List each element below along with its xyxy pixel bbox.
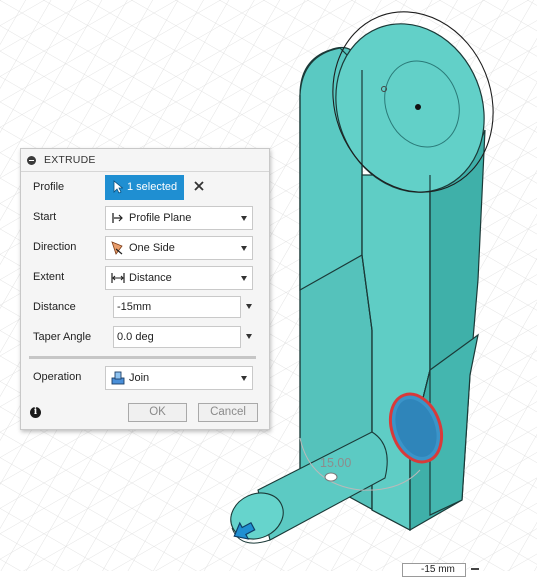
extrude-panel: EXTRUDE Profile 1 selected Start Profile… — [20, 148, 270, 430]
profile-select-button[interactable]: 1 selected — [105, 175, 184, 200]
dimension-input-caret[interactable] — [471, 568, 479, 570]
close-icon[interactable] — [193, 180, 205, 192]
distance-label: Distance — [33, 301, 76, 313]
taper-menu-icon[interactable] — [246, 334, 252, 339]
taper-label: Taper Angle — [33, 331, 92, 343]
profile-label: Profile — [33, 181, 65, 193]
dimension-anchor[interactable] — [324, 472, 338, 482]
hole-center-point — [415, 104, 421, 110]
distance-extent-icon — [111, 273, 125, 283]
operation-row: Operation Join — [21, 363, 271, 393]
chevron-down-icon — [241, 276, 247, 281]
panel-footer: i OK Cancel — [21, 397, 271, 429]
chevron-down-icon — [241, 376, 247, 381]
profile-select-label: 1 selected — [127, 181, 178, 193]
direction-icon — [111, 241, 123, 255]
direction-label: Direction — [33, 241, 77, 253]
taper-row: Taper Angle 0.0 deg — [21, 323, 271, 353]
taper-input[interactable]: 0.0 deg — [113, 326, 241, 348]
chevron-down-icon — [241, 246, 247, 251]
operation-dropdown[interactable]: Join — [105, 366, 253, 390]
extent-dropdown[interactable]: Distance — [105, 266, 253, 290]
start-dropdown[interactable]: Profile Plane — [105, 206, 253, 230]
distance-menu-icon[interactable] — [246, 304, 252, 309]
distance-row: Distance -15mm — [21, 293, 271, 323]
cursor-icon — [113, 180, 123, 194]
direction-value: One Side — [129, 242, 175, 254]
info-icon[interactable]: i — [30, 407, 41, 418]
dimension-label: 15.00 — [320, 456, 352, 470]
direction-dropdown[interactable]: One Side — [105, 236, 253, 260]
panel-header[interactable]: EXTRUDE — [21, 149, 269, 172]
collapse-icon[interactable] — [27, 155, 36, 165]
distance-input[interactable]: -15mm — [113, 296, 241, 318]
start-label: Start — [33, 211, 57, 223]
operation-value: Join — [129, 372, 150, 384]
profile-row: Profile 1 selected — [21, 173, 271, 203]
direction-row: Direction One Side — [21, 233, 271, 263]
operation-label: Operation — [33, 371, 82, 383]
start-value: Profile Plane — [129, 212, 192, 224]
chevron-down-icon — [241, 216, 247, 221]
extent-row: Extent Distance — [21, 263, 271, 293]
extent-label: Extent — [33, 271, 65, 283]
dimension-input[interactable]: -15 mm — [402, 563, 466, 577]
start-plane-icon — [112, 213, 123, 223]
start-row: Start Profile Plane — [21, 203, 271, 233]
join-icon — [111, 371, 125, 385]
cancel-button[interactable]: Cancel — [198, 403, 258, 422]
ok-button[interactable]: OK — [128, 403, 187, 422]
panel-title: EXTRUDE — [44, 154, 96, 166]
extent-value: Distance — [129, 272, 172, 284]
section-divider — [29, 356, 256, 359]
